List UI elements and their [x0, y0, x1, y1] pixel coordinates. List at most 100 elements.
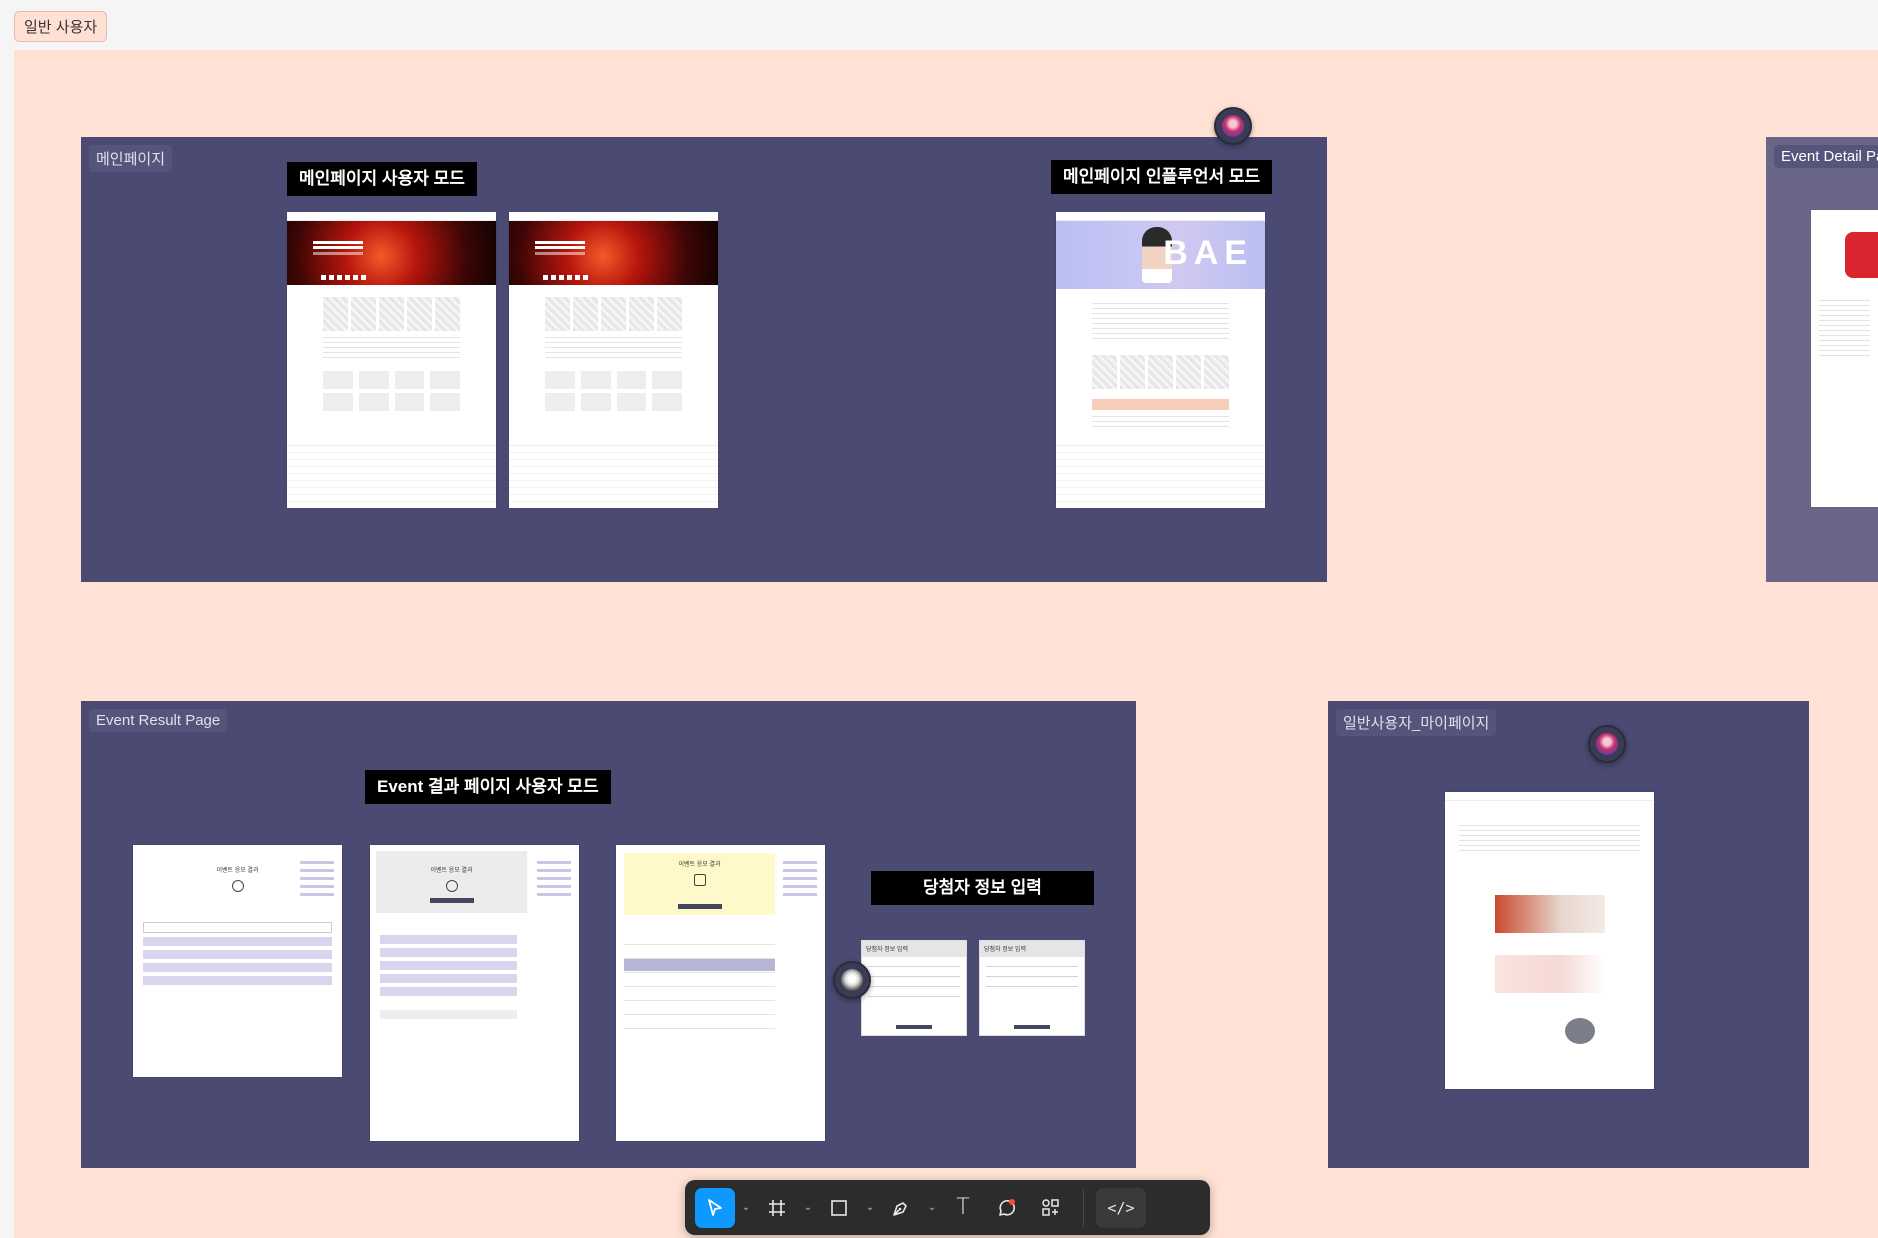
thumb-result-title: 이벤트 응모 결과 — [678, 862, 721, 868]
thumb-result-banner: 이벤트 응모 결과 — [376, 851, 527, 913]
design-toolbar: ⌄ ⌄ ⌄ ⌄ T </> — [685, 1180, 1210, 1235]
thumb-card-row — [509, 297, 718, 331]
thumb-influencer-hero: BAE — [1056, 221, 1265, 289]
thumb-hero-image — [287, 221, 496, 285]
text-T-icon: T — [956, 1195, 970, 1220]
thumb-influencer-hero-text: BAE — [1163, 234, 1253, 272]
thumb-winner-banner: 이벤트 응모 결과 — [624, 853, 775, 915]
thumb-nav — [287, 212, 496, 221]
thumbnail-event-detail[interactable] — [1811, 210, 1878, 507]
text-tool[interactable]: T — [943, 1188, 983, 1228]
sticker-main-user-mode[interactable]: 메인페이지 사용자 모드 — [287, 162, 477, 196]
thumb-result-icon — [445, 880, 458, 892]
comment-bubble-icon — [999, 1198, 1015, 1216]
thumb-trophy-icon — [693, 874, 706, 886]
frame-label-event-detail[interactable]: Event Detail Pa — [1774, 145, 1878, 168]
thumb-list-bar — [380, 961, 517, 970]
thumbnail-main-user-2[interactable] — [509, 212, 718, 508]
sticker-main-influencer-mode[interactable]: 메인페이지 인플루언서 모드 — [1051, 160, 1273, 194]
thumb-result-button — [677, 904, 722, 909]
thumb-nav — [1056, 212, 1265, 221]
thumb-text-lines — [1092, 303, 1229, 343]
thumb-form-field — [868, 986, 960, 987]
pen-icon — [893, 1201, 907, 1216]
chevron-down-icon[interactable]: ⌄ — [925, 1202, 939, 1213]
collaborator-avatar[interactable] — [1588, 725, 1626, 763]
thumbnail-mypage[interactable] — [1445, 792, 1654, 1089]
thumb-form-field — [986, 966, 1078, 967]
thumb-form-submit — [896, 1025, 932, 1029]
thumb-footer — [1056, 445, 1265, 508]
frame-label-mypage[interactable]: 일반사용자_마이페이지 — [1336, 709, 1497, 736]
thumb-list-bar — [380, 935, 517, 944]
thumb-sticker-image — [1565, 1018, 1595, 1044]
rectangle-icon — [831, 1199, 847, 1216]
thumb-result-title: 이벤트 응모 결과 — [430, 868, 473, 874]
shape-tool[interactable] — [819, 1188, 859, 1228]
thumb-footer — [287, 445, 496, 508]
frame-label-main-page[interactable]: 메인페이지 — [89, 145, 173, 172]
thumb-text-lines — [323, 337, 460, 361]
thumb-text-lines — [1092, 416, 1229, 428]
thumb-input-bar — [143, 922, 332, 933]
thumb-list-bar — [380, 1010, 517, 1019]
thumb-footer — [509, 445, 718, 508]
thumb-loading-spinner — [231, 880, 244, 892]
chevron-down-icon[interactable]: ⌄ — [863, 1202, 877, 1213]
frame-tool[interactable] — [757, 1188, 797, 1228]
thumb-post-image — [1495, 955, 1605, 993]
thumb-list-bar — [143, 976, 332, 985]
frame-event-result[interactable]: Event Result Page Event 결과 페이지 사용자 모드 당첨… — [81, 701, 1136, 1168]
frame-main-page[interactable]: 메인페이지 메인페이지 사용자 모드 메인페이지 인플루언서 모드 BAE — [81, 107, 1327, 582]
thumb-nav — [1445, 792, 1654, 801]
thumb-list-bar — [380, 948, 517, 957]
thumb-highlighted-row — [624, 959, 775, 971]
thumbnail-winner-form-1[interactable]: 당첨자 정보 입력 — [861, 940, 967, 1036]
thumb-grid — [287, 371, 496, 411]
collaborator-avatar[interactable] — [1214, 107, 1252, 145]
frame-hash-icon — [769, 1199, 785, 1216]
thumbnail-main-influencer[interactable]: BAE — [1056, 212, 1265, 508]
move-tool[interactable] — [695, 1187, 735, 1228]
thumb-form-field — [868, 976, 960, 977]
thumb-event-image — [1845, 232, 1878, 278]
thumb-result-button — [429, 898, 474, 903]
pen-tool[interactable] — [881, 1188, 921, 1228]
canvas-top-strip — [0, 0, 1878, 50]
thumb-banner — [1092, 399, 1229, 410]
actions-tool[interactable] — [1031, 1188, 1071, 1228]
frame-event-detail[interactable]: Event Detail Pa — [1766, 137, 1878, 582]
thumb-side-list — [783, 861, 817, 901]
thumb-form-submit — [1014, 1025, 1050, 1029]
sticker-winner-info-input[interactable]: 당첨자 정보 입력 — [871, 871, 1094, 905]
section-label[interactable]: 일반 사용자 — [14, 11, 108, 42]
thumb-form-field — [986, 976, 1078, 977]
thumb-list-bar — [143, 937, 332, 946]
thumb-text-lines — [545, 337, 682, 361]
thumb-nav — [509, 212, 718, 221]
thumb-form-field — [986, 986, 1078, 987]
thumbnail-event-result-1[interactable]: 이벤트 응모 결과 — [133, 845, 342, 1077]
frame-mypage[interactable]: 일반사용자_마이페이지 — [1328, 701, 1809, 1168]
thumb-card-row — [1056, 355, 1265, 389]
thumbnail-event-result-3[interactable]: 이벤트 응모 결과 — [616, 845, 825, 1141]
thumb-side-list — [300, 861, 334, 901]
frame-label-event-result[interactable]: Event Result Page — [89, 709, 228, 732]
thumbnail-main-user-1[interactable] — [287, 212, 496, 508]
chevron-down-icon[interactable]: ⌄ — [739, 1202, 753, 1213]
dev-mode-toggle[interactable]: </> — [1096, 1187, 1146, 1228]
chevron-down-icon[interactable]: ⌄ — [801, 1202, 815, 1213]
dev-mode-code-icon: </> — [1107, 1198, 1135, 1217]
thumbnail-event-result-2[interactable]: 이벤트 응모 결과 — [370, 845, 579, 1141]
thumb-form-field — [868, 996, 960, 997]
thumb-form-title: 당첨자 정보 입력 — [980, 941, 1084, 957]
collaborator-avatar[interactable] — [833, 961, 871, 999]
thumb-post-image — [1495, 895, 1605, 933]
thumb-side-list — [537, 861, 571, 901]
thumb-grid — [509, 371, 718, 411]
toolbar-divider — [1083, 1188, 1084, 1227]
comment-tool[interactable] — [987, 1188, 1027, 1228]
thumbnail-winner-form-2[interactable]: 당첨자 정보 입력 — [979, 940, 1085, 1036]
thumb-form-title: 당첨자 정보 입력 — [862, 941, 966, 957]
sticker-event-result-user-mode[interactable]: Event 결과 페이지 사용자 모드 — [365, 770, 611, 804]
